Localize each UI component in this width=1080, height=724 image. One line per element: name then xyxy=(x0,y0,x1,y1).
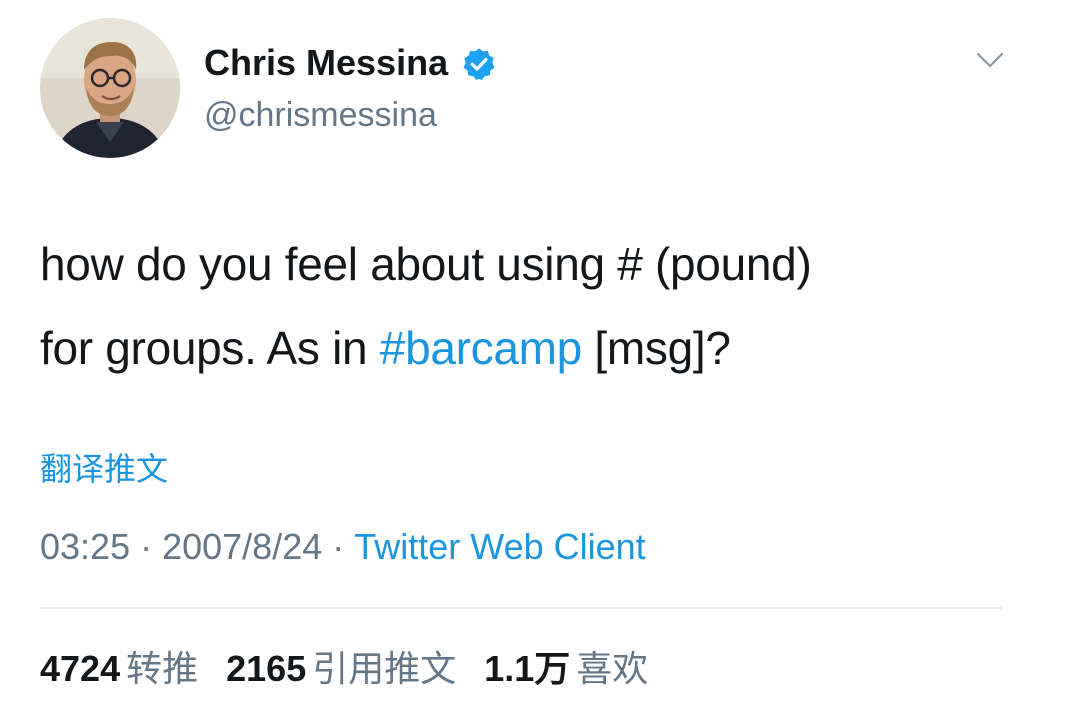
divider xyxy=(40,607,1002,609)
verified-badge-icon xyxy=(463,48,494,81)
tweet-text-line-2: for groups. As in #barcamp [msg]? xyxy=(40,306,1040,390)
author-handle[interactable]: @chrismessina xyxy=(204,96,497,135)
profile-photo-icon xyxy=(40,18,180,158)
tweet-card: Chris Messina @chrismessina how do you f… xyxy=(0,0,1080,724)
tweet-stats: 4724 转推 2165 引用推文 1.1万 喜欢 xyxy=(40,640,666,692)
likes-label: 喜欢 xyxy=(576,648,649,689)
tweet-text-prefix: for groups. As in xyxy=(40,322,380,374)
retweets-label: 转推 xyxy=(126,648,199,689)
retweets-stat[interactable]: 4724 转推 xyxy=(40,640,198,692)
tweet-meta: 03:25 · 2007/8/24 · Twitter Web Client xyxy=(40,526,646,568)
tweet-text-line-1: how do you feel about using # (pound) xyxy=(40,238,812,290)
avatar[interactable] xyxy=(40,18,180,158)
meta-separator: · xyxy=(332,526,345,567)
quotes-stat[interactable]: 2165 引用推文 xyxy=(226,640,456,692)
author-names: Chris Messina @chrismessina xyxy=(204,42,497,135)
quotes-label: 引用推文 xyxy=(312,648,457,689)
author-display-name[interactable]: Chris Messina xyxy=(204,42,448,84)
client-link[interactable]: Twitter Web Client xyxy=(354,526,645,567)
tweet-header: Chris Messina @chrismessina xyxy=(40,18,1040,158)
tweet-text: how do you feel about using # (pound) fo… xyxy=(40,222,1040,390)
meta-separator: · xyxy=(140,526,153,567)
translate-tweet-link[interactable]: 翻译推文 xyxy=(40,444,168,490)
tweet-text-suffix: [msg]? xyxy=(581,322,731,374)
tweet-time[interactable]: 03:25 xyxy=(40,526,130,567)
tweet-date[interactable]: 2007/8/24 xyxy=(162,526,322,567)
quotes-count: 2165 xyxy=(226,648,307,689)
chevron-down-icon[interactable] xyxy=(972,48,1008,72)
retweets-count: 4724 xyxy=(40,648,121,689)
likes-count: 1.1万 xyxy=(484,648,571,689)
hashtag-link[interactable]: #barcamp xyxy=(380,322,582,374)
likes-stat[interactable]: 1.1万 喜欢 xyxy=(484,640,648,692)
